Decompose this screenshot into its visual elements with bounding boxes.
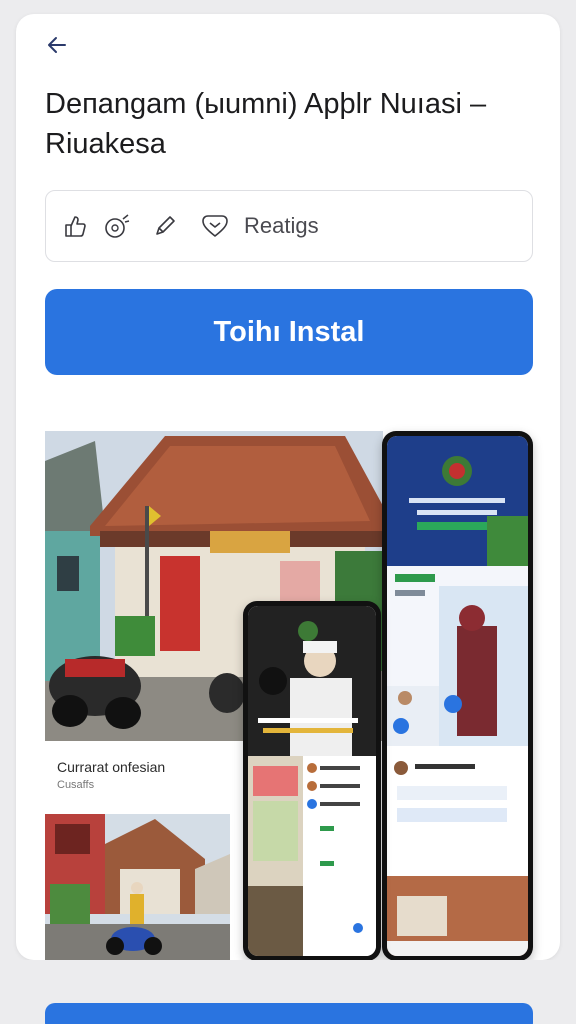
phone-mockup-small xyxy=(243,601,381,960)
pencil-icon[interactable] xyxy=(150,211,180,241)
screenshot-gallery[interactable]: Currarat onfesian Cusaffs xyxy=(45,431,533,960)
heart-icon[interactable] xyxy=(200,211,230,241)
phone-mockup-large xyxy=(382,431,533,960)
ratings-label[interactable]: Reatigs xyxy=(244,213,319,239)
caption-subtitle: Cusaffs xyxy=(57,779,95,791)
street-photo xyxy=(45,814,230,960)
back-button[interactable] xyxy=(42,30,72,60)
app-title-line2: Riuakesa xyxy=(45,128,166,160)
app-detail-card: Deпangam (ыumni) Apþlr Nuıasi – Riuakesa… xyxy=(16,14,560,960)
app-title: Deпangam (ыumni) Apþlr Nuıasi – Riuakesa xyxy=(45,84,545,164)
chat-bubble-icon[interactable] xyxy=(102,211,132,241)
gallery-caption: Currarat onfesian Cusaffs xyxy=(45,741,230,816)
phone-screen-large xyxy=(387,436,528,956)
install-button[interactable]: Toihı Instal xyxy=(45,289,533,375)
bottom-action-bar[interactable] xyxy=(45,1003,533,1024)
caption-title: Currarat onfesian xyxy=(57,759,166,775)
actions-bar: Reatigs xyxy=(45,190,533,262)
phone-screen-small xyxy=(248,606,376,956)
app-title-line1: Deпangam (ыumni) Apþlr Nuıasi – xyxy=(45,88,487,120)
arrow-left-icon xyxy=(48,37,66,53)
thumbs-up-icon[interactable] xyxy=(60,211,90,241)
